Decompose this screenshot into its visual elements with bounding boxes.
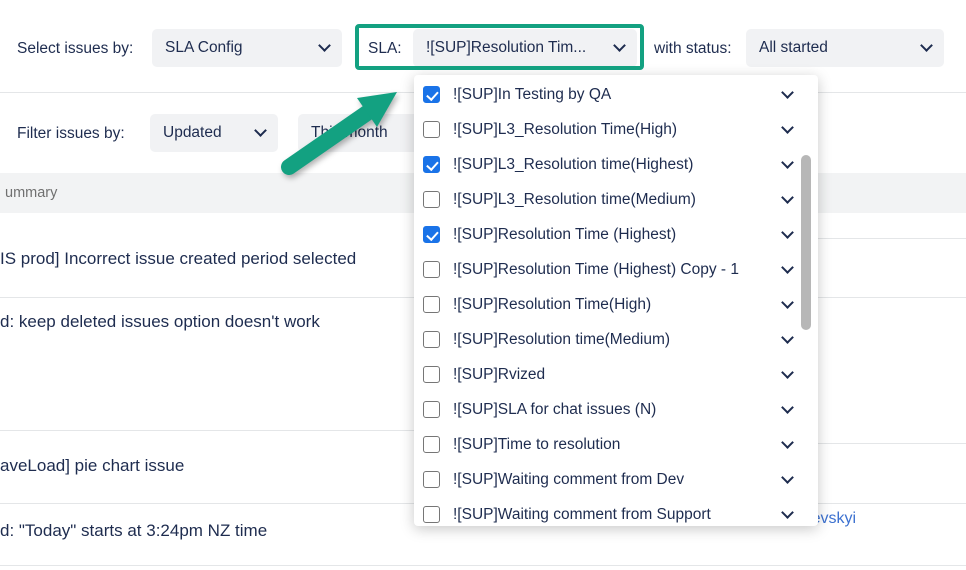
with-status-label: with status:: [654, 40, 732, 57]
table-row[interactable]: d: keep deleted issues option doesn't wo…: [0, 312, 320, 332]
chevron-down-icon[interactable]: [781, 295, 794, 309]
sla-option-label: ![SUP]L3_Resolution Time(High): [453, 120, 677, 138]
checkbox[interactable]: [423, 401, 440, 418]
chevron-down-icon: [318, 39, 331, 52]
annotation-arrow: [281, 92, 397, 175]
checkbox[interactable]: [423, 296, 440, 313]
sla-option[interactable]: ![SUP]Time to resolution: [414, 427, 818, 462]
chevron-down-icon[interactable]: [781, 260, 794, 274]
chevron-down-icon[interactable]: [781, 330, 794, 344]
app-screen: Select issues by: SLA Config SLA: ![SUP]…: [0, 0, 966, 570]
checkbox[interactable]: [423, 121, 440, 138]
chevron-down-icon[interactable]: [781, 155, 794, 169]
checkbox[interactable]: [423, 191, 440, 208]
summary-column-header: ummary: [5, 185, 58, 201]
chevron-down-icon: [920, 39, 933, 52]
checkbox[interactable]: [423, 366, 440, 383]
chevron-down-icon[interactable]: [781, 435, 794, 449]
sla-option[interactable]: ![SUP]SLA for chat issues (N): [414, 392, 818, 427]
sla-option-label: ![SUP]Rvized: [453, 365, 546, 383]
row-divider: [818, 443, 966, 444]
checkbox[interactable]: [423, 506, 440, 523]
chevron-down-icon[interactable]: [781, 365, 794, 379]
sla-option-label: ![SUP]SLA for chat issues (N): [453, 400, 657, 418]
sla-option[interactable]: ![SUP]Rvized: [414, 357, 818, 392]
checkbox[interactable]: [423, 156, 440, 173]
sla-option-label: ![SUP]Time to resolution: [453, 435, 621, 453]
sla-option[interactable]: ![SUP]Resolution time(Medium): [414, 322, 818, 357]
sla-config-select[interactable]: SLA Config: [152, 29, 342, 67]
sla-option-label: ![SUP]Waiting comment from Support: [453, 505, 711, 523]
chevron-down-icon: [613, 39, 626, 52]
dropdown-scrollbar-thumb[interactable]: [801, 155, 811, 330]
chevron-down-icon[interactable]: [781, 400, 794, 414]
checkbox[interactable]: [423, 436, 440, 453]
sla-option[interactable]: ![SUP]Waiting comment from Dev: [414, 462, 818, 497]
chevron-down-icon: [254, 124, 267, 137]
select-issues-by-label: Select issues by:: [17, 40, 134, 57]
table-row[interactable]: IS prod] Incorrect issue created period …: [0, 249, 356, 269]
chevron-down-icon[interactable]: [781, 120, 794, 134]
sla-option[interactable]: ![SUP]Resolution Time(High): [414, 287, 818, 322]
sla-select[interactable]: ![SUP]Resolution Tim...: [413, 29, 637, 67]
sla-option-label: ![SUP]In Testing by QA: [453, 85, 612, 103]
sla-option[interactable]: ![SUP]L3_Resolution Time(High): [414, 112, 818, 147]
sla-option[interactable]: ![SUP]L3_Resolution time(Medium): [414, 182, 818, 217]
sla-option-label: ![SUP]Waiting comment from Dev: [453, 470, 685, 488]
chevron-down-icon[interactable]: [781, 85, 794, 99]
checkbox[interactable]: [423, 226, 440, 243]
chevron-down-icon[interactable]: [781, 190, 794, 204]
table-bottom-divider: [0, 565, 966, 566]
sla-option[interactable]: ![SUP]Resolution Time (Highest): [414, 217, 818, 252]
sla-option-label: ![SUP]Resolution time(Medium): [453, 330, 671, 348]
chevron-down-icon[interactable]: [781, 470, 794, 484]
sla-option[interactable]: ![SUP]Waiting comment from Support: [414, 497, 818, 526]
row-divider: [818, 238, 966, 239]
filter-issues-by-label: Filter issues by:: [17, 125, 125, 142]
chevron-down-icon[interactable]: [781, 225, 794, 239]
filter-field-value: Updated: [163, 124, 222, 141]
sla-dropdown-panel: ![SUP]In Testing by QA ![SUP]L3_Resoluti…: [414, 75, 818, 526]
checkbox[interactable]: [423, 86, 440, 103]
sla-option[interactable]: ![SUP]L3_Resolution time(Highest): [414, 147, 818, 182]
chevron-down-icon[interactable]: [781, 505, 794, 519]
sla-label: SLA:: [368, 40, 402, 57]
sla-option-label: ![SUP]L3_Resolution time(Medium): [453, 190, 696, 208]
table-row[interactable]: d: "Today" starts at 3:24pm NZ time: [0, 521, 267, 541]
status-select-value: All started: [759, 39, 828, 56]
filter-field-select[interactable]: Updated: [150, 114, 278, 152]
sla-option[interactable]: ![SUP]In Testing by QA: [414, 77, 818, 112]
table-row[interactable]: aveLoad] pie chart issue: [0, 456, 184, 476]
checkbox[interactable]: [423, 331, 440, 348]
sla-select-value: ![SUP]Resolution Tim...: [426, 39, 587, 56]
sla-option[interactable]: ![SUP]Resolution Time (Highest) Copy - 1: [414, 252, 818, 287]
sla-option-label: ![SUP]Resolution Time(High): [453, 295, 652, 313]
sla-option-label: ![SUP]Resolution Time (Highest) Copy - 1: [453, 260, 739, 278]
row-divider: [0, 430, 414, 431]
checkbox[interactable]: [423, 261, 440, 278]
sla-config-value: SLA Config: [165, 39, 243, 56]
checkbox[interactable]: [423, 471, 440, 488]
sla-option-label: ![SUP]Resolution Time (Highest): [453, 225, 677, 243]
sla-option-label: ![SUP]L3_Resolution time(Highest): [453, 155, 694, 173]
status-select[interactable]: All started: [746, 29, 944, 67]
